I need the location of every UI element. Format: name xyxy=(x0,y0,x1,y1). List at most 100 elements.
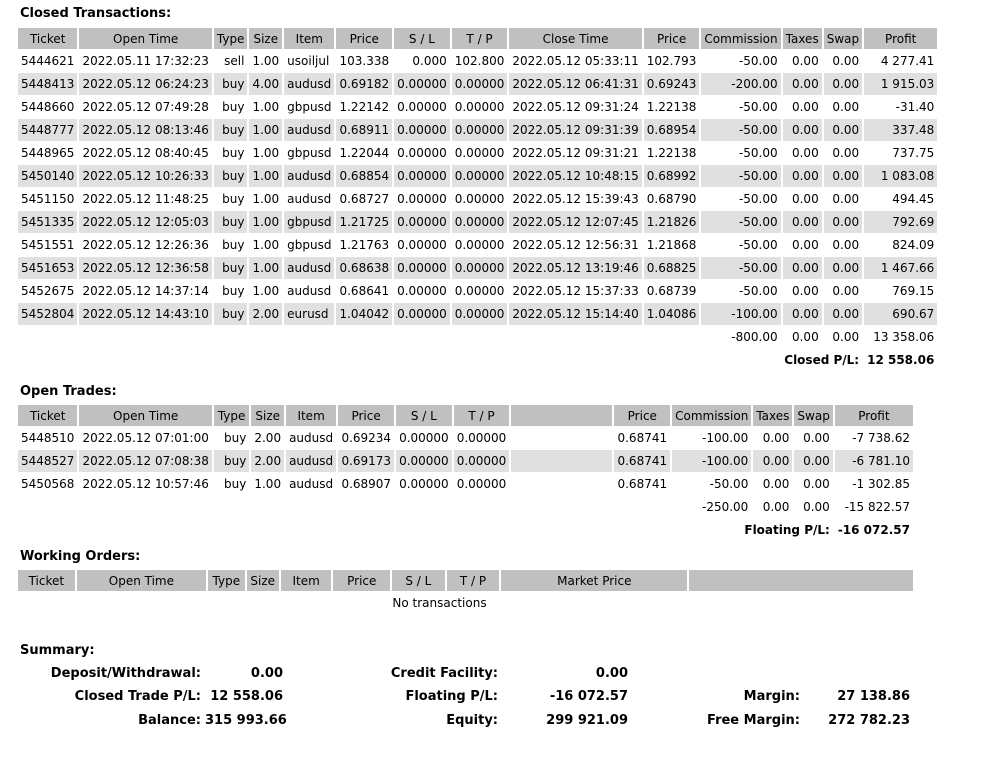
total-swap: 0.00 xyxy=(803,500,830,514)
header-close-price: Price xyxy=(643,28,700,49)
cell-taxes: 0.00 xyxy=(782,165,822,187)
closed-header-row: Ticket Open Time Type Size Item Price S / LT /… xyxy=(18,28,938,49)
cell-close-time: 2022.05.12 12:56:31 xyxy=(512,238,639,252)
cell-type: buy xyxy=(222,100,245,114)
header-open-time: Open Time xyxy=(76,570,207,591)
header-tp: T / P xyxy=(453,405,510,426)
open-pl-value: -16 072.57 xyxy=(837,523,910,537)
cell-item: gbpusd xyxy=(284,211,335,233)
cell-type: buy xyxy=(213,303,248,325)
cell-commission: -50.00 xyxy=(701,211,781,233)
cell-profit: 737.75 xyxy=(892,146,935,160)
cell-open-time: 2022.05.12 07:01:00 xyxy=(82,431,209,445)
cell-ticket: 5452675 xyxy=(21,284,75,298)
cell-open-time: 2022.05.12 08:13:46 xyxy=(79,119,212,141)
table-row: 5450568 2022.05.12 10:57:46 buy 1.00 audusd 0… xyxy=(18,473,913,495)
cell-size: 1.00 xyxy=(252,146,280,160)
cell-close-price: 0.68741 xyxy=(617,477,668,491)
cell-ticket: 5451150 xyxy=(21,192,75,206)
cell-item: audusd xyxy=(284,165,335,187)
cell-sl: 0.00000 xyxy=(399,477,449,491)
table-row: 5451551 2022.05.12 12:26:36 buy 1.00 gbpusd 1… xyxy=(18,234,937,256)
cell-swap: 0.00 xyxy=(823,165,863,187)
header-size: Size xyxy=(251,405,285,426)
header-tp: T / P xyxy=(451,28,508,49)
cell-price: 0.68907 xyxy=(341,477,392,491)
cell-tp: 0.00000 xyxy=(451,165,508,187)
cell-close-price: 0.68954 xyxy=(643,119,700,141)
cell-profit: 1 467.66 xyxy=(864,257,938,279)
cell-price: 0.68911 xyxy=(336,119,393,141)
cell-swap: 0.00 xyxy=(803,431,830,445)
cell-taxes: 0.00 xyxy=(791,100,819,114)
table-row: 5450140 2022.05.12 10:26:33 buy 1.00 audusd 0… xyxy=(18,165,938,187)
cell-profit: 824.09 xyxy=(892,238,935,252)
cell-type: buy xyxy=(224,431,247,445)
cell-profit: 792.69 xyxy=(864,211,938,233)
cell-type: buy xyxy=(213,165,248,187)
cell-open-time: 2022.05.12 14:37:14 xyxy=(82,284,209,298)
cell-close-price: 1.04086 xyxy=(643,303,700,325)
cell-price: 0.68641 xyxy=(339,284,390,298)
cell-size: 2.00 xyxy=(251,450,285,472)
working-orders-title: Working Orders: xyxy=(20,549,141,564)
cell-close-time: 2022.05.12 09:31:21 xyxy=(512,146,639,160)
cell-type: buy xyxy=(222,192,245,206)
table-row: 5452804 2022.05.12 14:43:10 buy 2.00 eurusd 1… xyxy=(18,303,938,325)
cell-swap: 0.00 xyxy=(832,54,860,68)
cell-ticket: 5451653 xyxy=(18,257,78,279)
open-pl-label: Floating P/L: xyxy=(744,523,830,537)
closed-transactions-table: Ticket Open Time Type Size Item Price S / LT /… xyxy=(16,27,939,372)
cell-type: buy xyxy=(224,477,247,491)
table-row: 5448413 2022.05.12 06:24:23 buy 4.00 audusd 0… xyxy=(18,73,938,95)
floating-pl-value: -16 072.57 xyxy=(549,689,628,704)
cell-profit: -1 302.85 xyxy=(852,477,910,491)
cell-tp: 0.00000 xyxy=(454,100,505,114)
cell-swap: 0.00 xyxy=(823,257,863,279)
cell-taxes: 0.00 xyxy=(791,54,819,68)
header-commission: Commission xyxy=(672,405,752,426)
cell-open-time: 2022.05.12 12:05:03 xyxy=(79,211,212,233)
cell-size: 2.00 xyxy=(249,303,283,325)
header-price: Price xyxy=(338,405,395,426)
header-market-price: Market Price xyxy=(501,570,688,591)
header-sl: S / L xyxy=(394,28,450,49)
cell-size: 4.00 xyxy=(249,73,283,95)
cell-close-price: 1.22138 xyxy=(646,100,697,114)
header-type: Type xyxy=(213,28,248,49)
floating-pl-label: Floating P/L: xyxy=(405,689,498,704)
cell-price: 0.69182 xyxy=(336,73,393,95)
table-row: 5451335 2022.05.12 12:05:03 buy 1.00 gbpusd 1… xyxy=(18,211,938,233)
header-sl: S / L xyxy=(392,570,445,591)
cell-commission: -50.00 xyxy=(738,192,778,206)
cell-ticket: 5448413 xyxy=(18,73,78,95)
cell-price: 1.04042 xyxy=(336,303,393,325)
cell-taxes: 0.00 xyxy=(791,146,819,160)
cell-sl: 0.00000 xyxy=(394,211,450,233)
cell-type: buy xyxy=(222,146,245,160)
cell-size: 1.00 xyxy=(252,284,280,298)
cell-close-time: 2022.05.12 15:14:40 xyxy=(509,303,642,325)
cell-commission: -50.00 xyxy=(738,100,778,114)
cell-profit: -6 781.10 xyxy=(834,450,913,472)
cell-size: 1.00 xyxy=(254,477,282,491)
header-item: Item xyxy=(284,28,335,49)
cell-open-time: 2022.05.12 12:36:58 xyxy=(79,257,212,279)
cell-profit: 690.67 xyxy=(864,303,938,325)
cell-close-time xyxy=(511,427,612,449)
cell-close-time: 2022.05.12 12:07:45 xyxy=(509,211,642,233)
header-taxes: Taxes xyxy=(753,405,793,426)
total-taxes: 0.00 xyxy=(791,330,819,344)
cell-ticket: 5452804 xyxy=(18,303,78,325)
cell-profit: 4 277.41 xyxy=(880,54,935,68)
cell-swap: 0.00 xyxy=(832,284,860,298)
deposit-label: Deposit/Withdrawal: xyxy=(50,666,201,681)
closed-trade-pl-value: 12 558.06 xyxy=(210,689,283,704)
open-trades-table: Ticket Open Time Type Size Item Price S / LT /… xyxy=(16,404,915,542)
cell-tp: 0.00000 xyxy=(451,303,508,325)
cell-open-time: 2022.05.12 06:24:23 xyxy=(79,73,212,95)
cell-tp: 0.00000 xyxy=(451,73,508,95)
cell-commission: -50.00 xyxy=(701,165,781,187)
header-ticket: Ticket xyxy=(18,405,78,426)
cell-type: sell xyxy=(224,54,245,68)
